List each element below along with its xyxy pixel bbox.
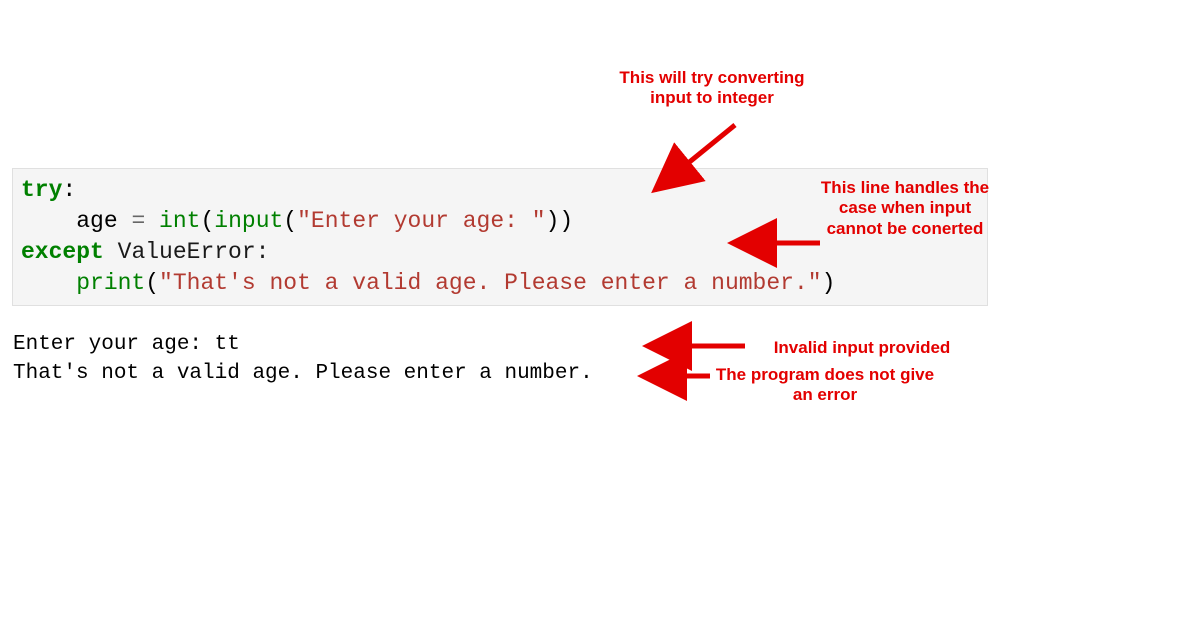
annotation-except-line: This line handles the case when input ca…	[820, 178, 990, 239]
paren: (	[283, 208, 297, 234]
indent	[21, 208, 76, 234]
indent	[21, 270, 76, 296]
string-literal: "Enter your age: "	[297, 208, 545, 234]
output-line-1: Enter your age: tt	[13, 333, 240, 356]
annotation-no-error: The program does not give an error	[705, 365, 945, 406]
print-fn: print	[76, 270, 145, 296]
keyword-try: try	[21, 177, 62, 203]
paren: (	[200, 208, 214, 234]
colon: :	[62, 177, 76, 203]
arrow-icon	[635, 336, 755, 356]
close-paren: ))	[546, 208, 574, 234]
output-block: Enter your age: tt That's not a valid ag…	[13, 330, 593, 389]
equals: =	[131, 208, 159, 234]
keyword-except: except	[21, 239, 104, 265]
annotation-invalid-input: Invalid input provided	[747, 338, 977, 358]
paren: (	[145, 270, 159, 296]
close-paren: )	[822, 270, 836, 296]
arrow-icon	[620, 120, 760, 210]
output-line-2: That's not a valid age. Please enter a n…	[13, 362, 593, 385]
int-fn: int	[159, 208, 200, 234]
arrow-icon	[720, 233, 830, 253]
var-age: age	[76, 208, 131, 234]
valueerror: ValueError:	[118, 239, 270, 265]
annotation-try-convert: This will try converting input to intege…	[612, 68, 812, 109]
string-literal: "That's not a valid age. Please enter a …	[159, 270, 822, 296]
input-fn: input	[214, 208, 283, 234]
arrow-icon	[630, 366, 720, 386]
space	[104, 239, 118, 265]
